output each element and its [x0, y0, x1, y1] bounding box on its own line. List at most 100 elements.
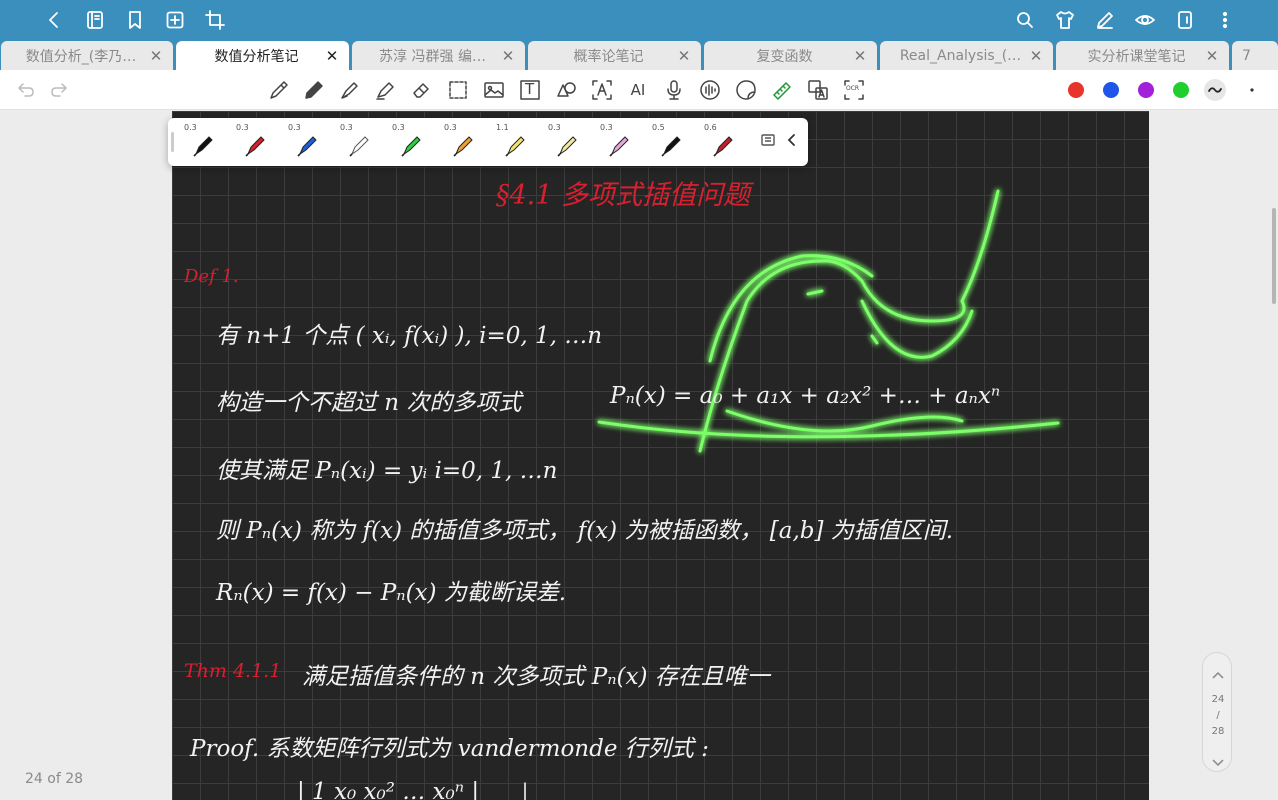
pen-preset[interactable]: 0.3 [230, 120, 280, 164]
pen-tip-icon [453, 136, 473, 157]
shirt-icon[interactable] [1053, 8, 1077, 32]
undo-icon[interactable] [14, 78, 38, 102]
top-bar [0, 0, 1278, 40]
pen-preset[interactable]: 0.6 [698, 120, 748, 164]
tab-label: 概率论笔记 [573, 48, 644, 65]
bookmark-icon[interactable] [123, 8, 147, 32]
pen-preset[interactable]: 0.3 [178, 120, 228, 164]
ai-icon[interactable]: AI [626, 78, 650, 102]
more-dot-icon[interactable] [1240, 78, 1264, 102]
shape-icon[interactable] [554, 78, 578, 102]
close-icon[interactable]: ✕ [1205, 48, 1219, 63]
thm-text: 满足插值条件的 n 次多项式 Pₙ(x) 存在且唯一 [302, 664, 770, 690]
grid-layout-icon[interactable] [760, 132, 780, 152]
pen-size-label: 0.3 [392, 123, 405, 132]
chevron-down-icon[interactable] [1211, 753, 1225, 772]
pen-icon[interactable] [267, 78, 291, 102]
pen-size-label: 0.3 [340, 123, 353, 132]
pen-edit-icon[interactable] [1093, 8, 1117, 32]
color-red-swatch[interactable] [1068, 82, 1084, 98]
tab-probability-notes[interactable]: 概率论笔记 ✕ [528, 41, 701, 70]
eraser-icon[interactable] [409, 78, 433, 102]
def-label: Def 1. [184, 266, 239, 287]
tab-numerical-analysis-book[interactable]: 数值分析_(李乃… ✕ [1, 41, 173, 70]
def-line-1: 有 n+1 个点 ( xᵢ, f(xᵢ) ), i=0, 1, …n [216, 323, 603, 349]
tab-label: 数值分析笔记 [214, 48, 299, 65]
tab-label: 7 [1242, 47, 1251, 64]
pen-preset[interactable]: 0.3 [438, 120, 488, 164]
sticker-icon[interactable] [734, 78, 758, 102]
tab-probability-book[interactable]: 苏淳 冯群强 编… ✕ [352, 41, 525, 70]
highlighter-icon[interactable] [373, 78, 397, 102]
pen-tip-icon [193, 136, 213, 157]
tab-overflow[interactable]: 7 [1232, 41, 1278, 70]
search-icon[interactable] [1013, 8, 1037, 32]
note-page[interactable]: §4.1 多项式插值问题 Def 1. 有 n+1 个点 ( xᵢ, f(xᵢ)… [172, 111, 1149, 800]
tablet-icon[interactable] [1173, 8, 1197, 32]
thm-label: Thm 4.1.1 [184, 660, 282, 682]
pen-size-label: 0.3 [600, 123, 613, 132]
pen-preset[interactable]: 0.3 [386, 120, 436, 164]
pen-size-label: 0.3 [184, 123, 197, 132]
image-icon[interactable] [482, 78, 506, 102]
tab-numerical-analysis-notes[interactable]: 数值分析笔记 ✕ [176, 41, 349, 70]
close-icon[interactable]: ✕ [677, 48, 691, 63]
pen-tip-icon [557, 136, 577, 157]
pen-tip-icon [297, 136, 317, 157]
audio-icon[interactable] [698, 78, 722, 102]
more-vertical-icon[interactable] [1213, 8, 1237, 32]
close-icon[interactable]: ✕ [149, 48, 163, 63]
notebook-icon[interactable] [83, 8, 107, 32]
back-icon[interactable] [42, 8, 66, 32]
vertical-scrollbar[interactable] [1272, 208, 1276, 304]
pen-size-label: 0.6 [704, 123, 717, 132]
page-navigator[interactable]: 24 / 28 [1202, 652, 1232, 772]
fountain-pen-icon[interactable] [338, 78, 362, 102]
eye-icon[interactable] [1133, 8, 1157, 32]
color-green-swatch[interactable] [1173, 82, 1189, 98]
tab-real-analysis-notes[interactable]: 实分析课堂笔记 ✕ [1056, 41, 1229, 70]
pencil-icon[interactable] [302, 78, 326, 102]
canvas-area: §4.1 多项式插值问题 Def 1. 有 n+1 个点 ( xᵢ, f(xᵢ)… [0, 111, 1278, 800]
pen-preset[interactable]: 0.3 [542, 120, 592, 164]
tab-label: 苏淳 冯群强 编… [379, 48, 486, 65]
color-purple-swatch[interactable] [1138, 82, 1154, 98]
total-pages: 28 [1211, 726, 1225, 737]
text-box-icon[interactable]: T [518, 78, 542, 102]
text-recognize-icon[interactable] [590, 78, 614, 102]
pen-preset[interactable]: 0.3 [282, 120, 332, 164]
tab-label: 实分析课堂笔记 [1087, 48, 1186, 65]
pen-tip-icon [661, 136, 681, 157]
tab-real-analysis-book[interactable]: Real_Analysis_(… ✕ [880, 41, 1053, 70]
pen-preset[interactable]: 0.3 [334, 120, 384, 164]
ocr-icon[interactable]: OCR [842, 78, 866, 102]
def-line-2a: 构造一个不超过 n 次的多项式 [216, 390, 522, 416]
collapse-chevron-icon[interactable] [784, 132, 804, 152]
pen-size-label: 1.1 [496, 123, 509, 132]
drag-handle[interactable] [171, 132, 174, 152]
lasso-select-icon[interactable] [446, 78, 470, 102]
stroke-style-icon[interactable] [1204, 79, 1226, 101]
close-icon[interactable]: ✕ [1029, 48, 1043, 63]
pen-preset[interactable]: 1.1 [490, 120, 540, 164]
ruler-icon[interactable] [770, 78, 794, 102]
add-page-icon[interactable] [163, 8, 187, 32]
text-tool-label: T [525, 80, 535, 98]
pen-preset[interactable]: 0.5 [646, 120, 696, 164]
pen-preset[interactable]: 0.3 [594, 120, 644, 164]
redo-icon[interactable] [47, 78, 71, 102]
translate-icon[interactable] [806, 78, 830, 102]
microphone-icon[interactable] [662, 78, 686, 102]
chevron-up-icon[interactable] [1211, 665, 1225, 684]
current-page: 24 [1211, 694, 1225, 705]
close-icon[interactable]: ✕ [853, 48, 867, 63]
tab-complex-functions[interactable]: 复变函数 ✕ [704, 41, 877, 70]
tab-bar: 数值分析_(李乃… ✕ 数值分析笔记 ✕ 苏淳 冯群强 编… ✕ 概率论笔记 ✕… [0, 40, 1278, 70]
pen-size-label: 0.3 [444, 123, 457, 132]
color-blue-swatch[interactable] [1103, 82, 1119, 98]
close-icon[interactable]: ✕ [325, 48, 339, 63]
crop-icon[interactable] [203, 8, 227, 32]
close-icon[interactable]: ✕ [501, 48, 515, 63]
def-line-3: 使其满足 Pₙ(xᵢ) = yᵢ i=0, 1, …n [216, 458, 558, 484]
pen-size-label: 0.3 [548, 123, 561, 132]
